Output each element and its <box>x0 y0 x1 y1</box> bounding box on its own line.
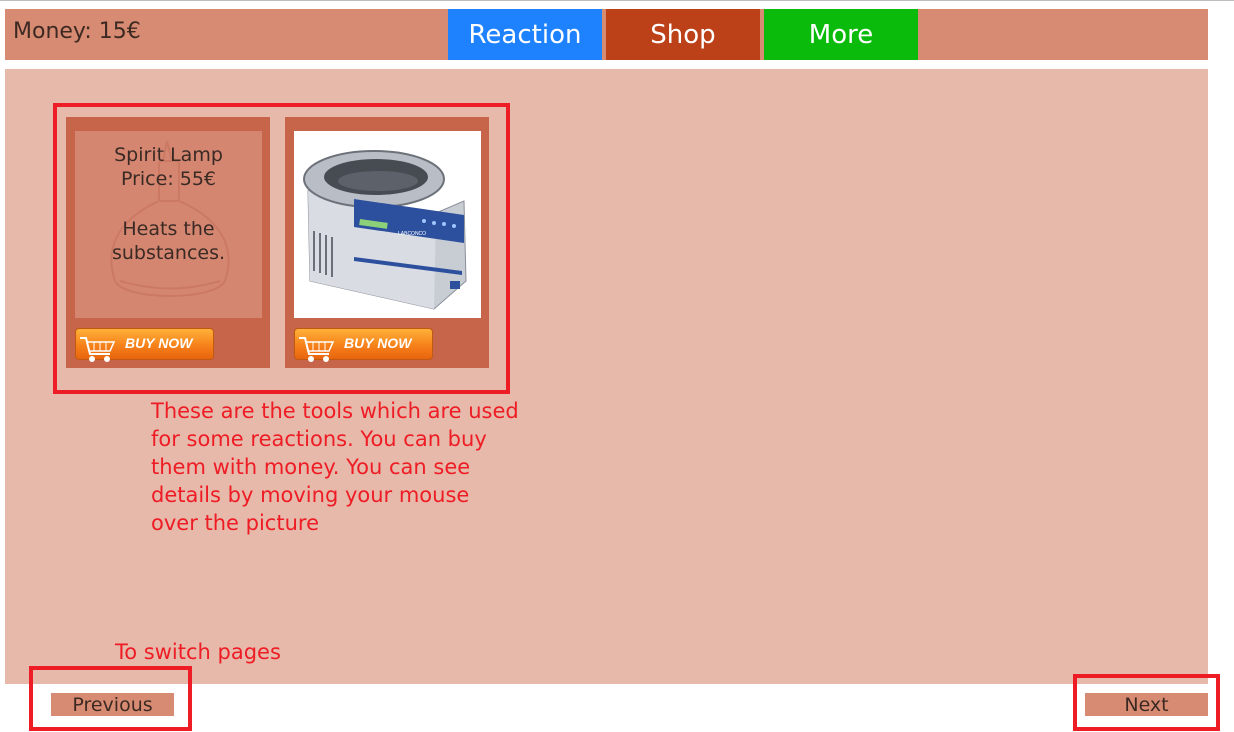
top-border <box>0 0 1234 1</box>
annotation-box-tools <box>53 103 510 394</box>
tab-shop[interactable]: Shop <box>606 9 760 60</box>
annotation-switch-note: To switch pages <box>115 640 281 664</box>
tab-reaction[interactable]: Reaction <box>448 9 602 60</box>
top-bar-edge <box>1224 8 1234 60</box>
money-display: Money: 15€ <box>13 19 141 44</box>
tab-more[interactable]: More <box>764 9 918 60</box>
annotation-tools-note: These are the tools which are used for s… <box>151 399 519 535</box>
annotation-box-previous <box>29 666 192 731</box>
top-bar: Money: 15€ Reaction Shop More <box>5 9 1208 60</box>
annotation-box-next <box>1073 674 1220 731</box>
